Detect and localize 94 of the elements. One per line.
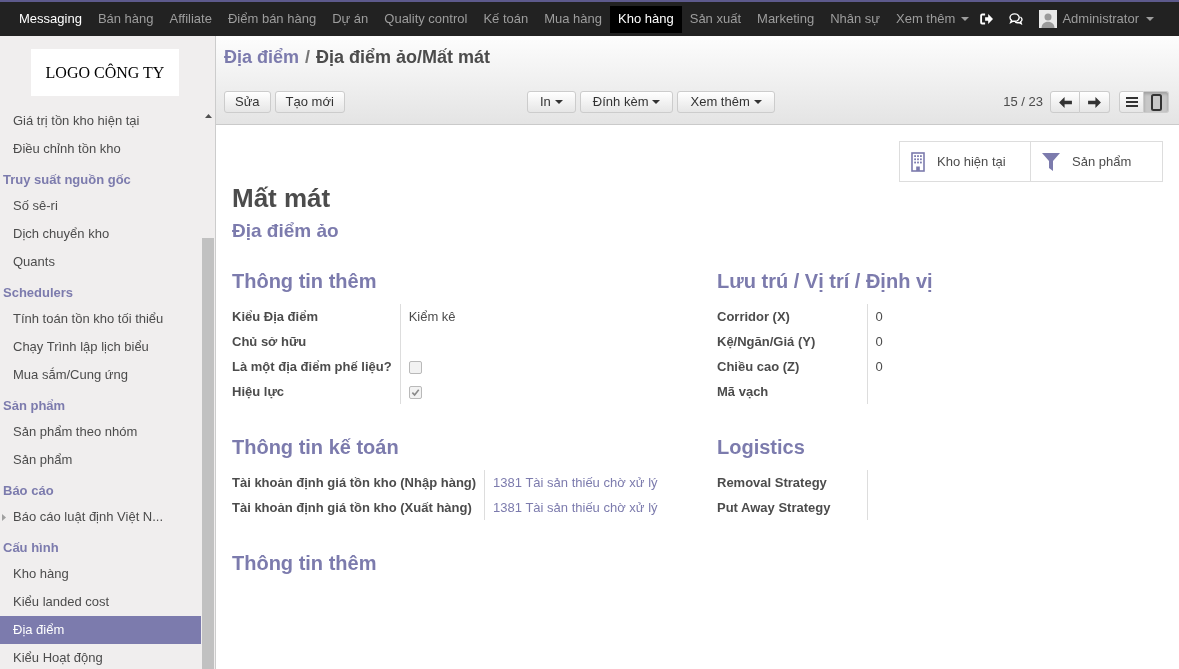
- checkbox[interactable]: [408, 385, 422, 399]
- app-menu-item[interactable]: Bán hàng: [89, 5, 162, 33]
- sidebar-section-heading: Truy suất nguồn gốc: [2, 171, 132, 190]
- caret-right-icon: [2, 513, 6, 521]
- app-menu-item[interactable]: Kho hàng: [610, 5, 682, 33]
- app-menu-item[interactable]: Quality control: [376, 5, 476, 33]
- field-label: Là một địa điểm phế liệu?: [232, 358, 392, 374]
- sidebar-item[interactable]: Dịch chuyển kho: [0, 220, 201, 248]
- field-label: Kệ/Ngăn/Giá (Y): [717, 333, 816, 349]
- caret-icon: [1146, 17, 1154, 21]
- checkbox[interactable]: [408, 360, 422, 374]
- sidebar-item[interactable]: Kiểu landed cost: [0, 588, 201, 616]
- breadcrumb-current: Địa điểm ảo/Mất mát: [316, 46, 491, 69]
- section-heading: Logistics: [717, 435, 806, 459]
- company-logo[interactable]: LOGO CÔNG TY: [31, 49, 179, 96]
- stat-button[interactable]: Kho hiện tại: [900, 142, 1031, 181]
- app-menu-item[interactable]: Điểm bán hàng: [219, 5, 325, 33]
- app-menu-item[interactable]: Kế toán: [475, 5, 537, 33]
- section-heading: Lưu trú / Vị trí / Định vị: [717, 269, 934, 293]
- arrow-left-icon: [1058, 96, 1072, 108]
- sidebar-item[interactable]: Kho hàng: [0, 560, 201, 588]
- dropdown-button[interactable]: Đính kèm: [579, 91, 674, 113]
- field-value: 0: [875, 358, 883, 374]
- section-heading: Thông tin thêm: [232, 269, 378, 293]
- arrow-right-icon: [1088, 96, 1101, 108]
- filter-icon: [1042, 152, 1060, 171]
- sidebar-item[interactable]: Báo cáo luật định Việt N...: [0, 503, 201, 531]
- sidebar-item[interactable]: Giá trị tồn kho hiện tại: [0, 107, 201, 135]
- app-menu-item[interactable]: Affiliate: [161, 5, 220, 33]
- dropdown-button[interactable]: In: [527, 91, 576, 113]
- sidebar-item[interactable]: Mua sắm/Cung ứng: [0, 361, 201, 389]
- chat-bubbles-icon[interactable]: [1009, 13, 1024, 25]
- toolbar-button[interactable]: Tạo mới: [274, 91, 345, 113]
- pager-counter: 15 / 23: [1003, 93, 1043, 112]
- building-icon: [911, 151, 925, 172]
- record-subtitle: Địa điểm ảo: [232, 219, 340, 243]
- field-link[interactable]: 1381 Tài sản thiếu chờ xử lý: [493, 499, 658, 515]
- sidebar-item[interactable]: Tính toán tồn kho tối thiểu: [0, 305, 201, 333]
- field-label: Chiều cao (Z): [717, 358, 800, 374]
- user-menu[interactable]: Administrator: [1039, 9, 1154, 29]
- app-menu-item[interactable]: Messaging: [11, 5, 90, 33]
- caret-icon: [753, 100, 762, 104]
- dropdown-button[interactable]: Xem thêm: [677, 91, 775, 113]
- field-label: Tài khoản định giá tồn kho (Nhập hàng): [232, 474, 477, 490]
- avatar-icon: [1039, 10, 1058, 28]
- sign-out-icon[interactable]: [980, 13, 994, 25]
- sidebar-section-heading: Cấu hình: [2, 539, 60, 558]
- sidebar-item[interactable]: Điều chỉnh tồn kho: [0, 135, 201, 163]
- field-label: Mã vạch: [717, 383, 769, 399]
- app-menu-item[interactable]: Marketing: [749, 5, 823, 33]
- field-label: Removal Strategy: [717, 474, 827, 490]
- toolbar-button[interactable]: Sửa: [224, 91, 271, 113]
- field-value: 0: [875, 308, 883, 324]
- sidebar-section-heading: Schedulers: [2, 284, 75, 303]
- list-icon: [1125, 97, 1138, 107]
- field-label: Tài khoản định giá tồn kho (Xuất hàng): [232, 499, 472, 515]
- app-menu-item[interactable]: Dự án: [324, 5, 377, 33]
- more-menu-button[interactable]: Xem thêm: [888, 5, 978, 33]
- sidebar-item[interactable]: Số sê-ri: [0, 192, 201, 220]
- sidebar-section-heading: Báo cáo: [2, 482, 55, 501]
- section-heading: Thông tin kế toán: [232, 435, 400, 459]
- sidebar-item[interactable]: Chạy Trình lập lịch biểu: [0, 333, 201, 361]
- section-heading: Thông tin thêm: [232, 551, 378, 575]
- breadcrumb-separator: /: [305, 46, 311, 69]
- sidebar-item[interactable]: Kiểu Hoạt động: [0, 644, 201, 669]
- field-value: 0: [875, 333, 883, 349]
- field-label: Hiệu lực: [232, 383, 285, 399]
- sidebar-section-heading: Sản phẩm: [2, 397, 67, 416]
- field-value: Kiểm kê: [408, 308, 456, 324]
- stat-button[interactable]: Sản phẩm: [1031, 142, 1162, 181]
- field-link[interactable]: 1381 Tài sản thiếu chờ xử lý: [493, 474, 658, 490]
- tablet-icon: [1150, 93, 1162, 111]
- scrollbar-thumb[interactable]: [202, 238, 214, 669]
- previous-button[interactable]: [1050, 91, 1080, 113]
- app-menu-item[interactable]: Sản xuất: [681, 5, 750, 33]
- app-menu-item[interactable]: Mua hàng: [536, 5, 611, 33]
- caret-icon: [961, 17, 970, 21]
- sidebar-item[interactable]: Quants: [0, 248, 201, 276]
- sidebar-item[interactable]: Địa điểm: [0, 616, 201, 644]
- caret-icon: [554, 100, 563, 104]
- field-label: Corridor (X): [717, 308, 790, 324]
- sidebar-item[interactable]: Sản phẩm: [0, 446, 201, 474]
- scroll-up-arrow-icon: [204, 113, 212, 118]
- next-button[interactable]: [1080, 91, 1110, 113]
- sidebar-item[interactable]: Sản phẩm theo nhóm: [0, 418, 201, 446]
- field-label: Kiểu Địa điểm: [232, 308, 318, 324]
- breadcrumb-link[interactable]: Địa điểm: [224, 45, 300, 69]
- app-menu-item[interactable]: Nhân sự: [822, 5, 889, 33]
- list-view-button[interactable]: [1119, 91, 1144, 113]
- caret-icon: [652, 100, 661, 104]
- record-title: Mất mát: [232, 182, 332, 214]
- field-label: Put Away Strategy: [717, 499, 831, 515]
- field-label: Chủ sở hữu: [232, 333, 307, 349]
- form-view-button[interactable]: [1144, 91, 1169, 113]
